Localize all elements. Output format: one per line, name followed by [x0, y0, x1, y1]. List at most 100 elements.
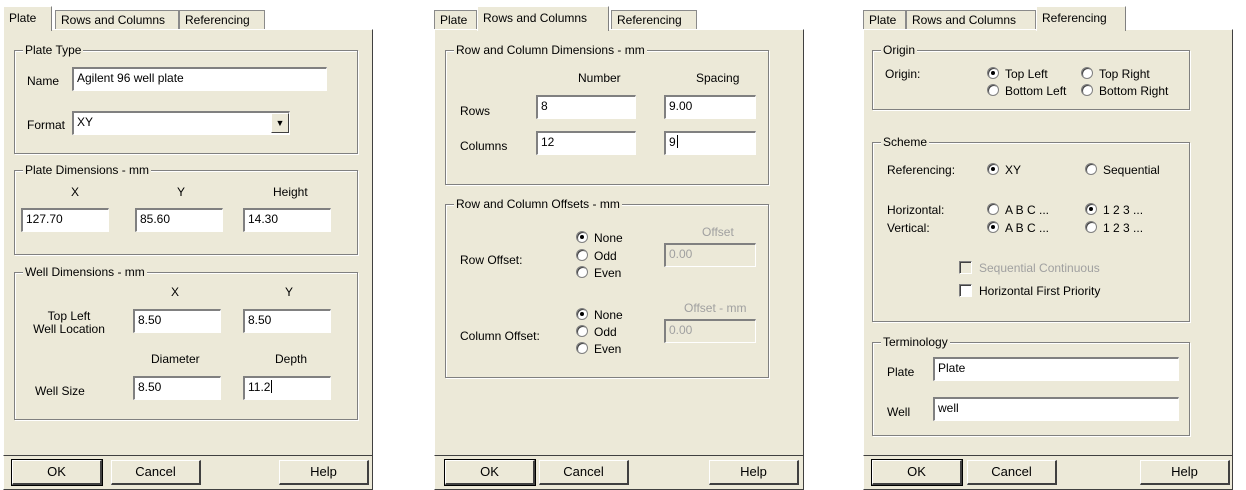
tab-plate[interactable]: Plate: [3, 6, 52, 31]
origin-bottom-right-label: Bottom Right: [1099, 84, 1169, 98]
plate-dialog-rows-columns-tab: Plate Rows and Columns Referencing Row a…: [434, 6, 804, 490]
vertical-123-radio[interactable]: [1085, 221, 1097, 233]
row-offset-label: Row Offset:: [460, 253, 523, 267]
y-column-label: Y: [176, 185, 185, 199]
cancel-button[interactable]: Cancel: [111, 460, 201, 485]
help-button[interactable]: Help: [279, 460, 369, 485]
row-offset-odd-radio[interactable]: [576, 249, 588, 261]
tab-plate[interactable]: Plate: [863, 10, 906, 30]
referencing-sequential-label: Sequential: [1103, 163, 1160, 177]
tab-panel: Plate Type Name Agilent 96 well plate Fo…: [3, 29, 373, 456]
ok-button[interactable]: OK: [444, 459, 536, 486]
row-offset-even-radio[interactable]: [576, 266, 588, 278]
origin-group: Origin Origin: Top Left Top Right Bottom…: [872, 43, 1190, 110]
rows-spacing-input[interactable]: 9.00: [664, 95, 756, 119]
chevron-down-icon[interactable]: ▼: [271, 113, 289, 133]
help-button[interactable]: Help: [709, 460, 799, 485]
format-selected-value: XY: [77, 115, 94, 129]
row-offset-none-radio[interactable]: [576, 231, 588, 243]
ok-button[interactable]: OK: [871, 459, 963, 486]
tab-rows-and-columns[interactable]: Rows and Columns: [906, 10, 1036, 30]
column-offset-none-label: None: [594, 308, 623, 322]
plate-dialog-referencing-tab: Plate Rows and Columns Referencing Origi…: [863, 6, 1233, 490]
tab-referencing[interactable]: Referencing: [611, 10, 697, 30]
format-label: Format: [27, 118, 66, 132]
referencing-sequential-radio[interactable]: [1085, 163, 1097, 175]
name-label: Name: [27, 74, 60, 88]
column-offset-odd-radio[interactable]: [576, 325, 588, 337]
help-button[interactable]: Help: [1140, 460, 1230, 485]
tab-referencing[interactable]: Referencing: [179, 10, 265, 30]
button-bar: OK Cancel Help: [3, 456, 373, 490]
row-offset-odd-label: Odd: [594, 249, 617, 263]
well-term-input[interactable]: well: [933, 397, 1179, 421]
tab-panel: Row and Column Dimensions - mm Number Sp…: [434, 29, 804, 456]
vertical-abc-radio[interactable]: [987, 221, 999, 233]
well-location-label: Well Location: [33, 322, 105, 336]
row-column-dimensions-legend: Row and Column Dimensions - mm: [454, 43, 647, 57]
row-offset-value-label: Offset: [702, 225, 734, 239]
origin-top-left-radio[interactable]: [987, 67, 999, 79]
columns-spacing-input[interactable]: 9: [664, 131, 756, 155]
well-y-input[interactable]: 8.50: [243, 309, 331, 333]
x-column-label: X: [70, 185, 79, 199]
plate-dimensions-legend: Plate Dimensions - mm: [23, 163, 152, 177]
plate-x-input[interactable]: 127.70: [21, 208, 109, 232]
tab-strip: Plate Rows and Columns Referencing: [434, 6, 804, 31]
horizontal-123-label: 1 2 3 ...: [1103, 203, 1144, 217]
row-column-offsets-legend: Row and Column Offsets - mm: [454, 197, 622, 211]
horizontal-abc-radio[interactable]: [987, 203, 999, 215]
plate-type-group: Plate Type Name Agilent 96 well plate Fo…: [14, 43, 358, 154]
origin-label: Origin:: [885, 67, 921, 81]
well-x-column-label: X: [170, 285, 179, 299]
plate-term-input[interactable]: Plate: [933, 357, 1179, 381]
origin-top-right-radio[interactable]: [1081, 67, 1093, 79]
plate-y-input[interactable]: 85.60: [135, 208, 223, 232]
column-offset-odd-label: Odd: [594, 325, 617, 339]
top-left-label: Top Left: [47, 309, 91, 323]
tab-plate[interactable]: Plate: [434, 10, 477, 30]
terminology-legend: Terminology: [881, 335, 950, 349]
scheme-legend: Scheme: [881, 135, 930, 149]
columns-number-input[interactable]: 12: [536, 131, 636, 155]
diameter-label: Diameter: [151, 352, 200, 366]
sequential-continuous-checkbox: [959, 261, 972, 274]
diameter-input[interactable]: 8.50: [133, 376, 221, 400]
format-select[interactable]: XY ▼: [72, 111, 290, 135]
row-column-offsets-group: Row and Column Offsets - mm Row Offset: …: [445, 197, 769, 378]
tab-rows-and-columns[interactable]: Rows and Columns: [55, 10, 179, 30]
well-y-column-label: Y: [284, 285, 293, 299]
referencing-label: Referencing:: [887, 163, 956, 177]
column-offset-even-radio[interactable]: [576, 342, 588, 354]
button-bar: OK Cancel Help: [863, 456, 1233, 490]
row-offset-none-label: None: [594, 231, 623, 245]
horizontal-label: Horizontal:: [887, 203, 945, 217]
plate-height-input[interactable]: 14.30: [243, 208, 331, 232]
terminology-group: Terminology Plate Plate Well well: [872, 335, 1190, 436]
rows-number-input[interactable]: 8: [536, 95, 636, 119]
plate-name-input[interactable]: Agilent 96 well plate: [72, 67, 327, 91]
tab-rows-and-columns[interactable]: Rows and Columns: [477, 6, 609, 31]
row-offset-even-label: Even: [594, 266, 622, 280]
cancel-button[interactable]: Cancel: [539, 460, 629, 485]
horizontal-123-radio[interactable]: [1085, 203, 1097, 215]
depth-label: Depth: [275, 352, 308, 366]
origin-bottom-left-radio[interactable]: [987, 84, 999, 96]
depth-input[interactable]: 11.2: [243, 376, 331, 400]
origin-bottom-right-radio[interactable]: [1081, 84, 1093, 96]
cancel-button[interactable]: Cancel: [967, 460, 1057, 485]
tab-strip: Plate Rows and Columns Referencing: [3, 6, 373, 31]
well-x-input[interactable]: 8.50: [133, 309, 221, 333]
plate-dimensions-group: Plate Dimensions - mm X Y Height 127.70 …: [14, 163, 358, 255]
rows-label: Rows: [460, 104, 491, 118]
text-cursor: [676, 135, 678, 148]
tab-strip: Plate Rows and Columns Referencing: [863, 6, 1233, 31]
ok-button[interactable]: OK: [11, 459, 103, 486]
column-offset-none-radio[interactable]: [576, 308, 588, 320]
depth-value: 11.2: [248, 380, 271, 394]
well-dimensions-group: Well Dimensions - mm X Y Top Left Well L…: [14, 265, 358, 420]
horizontal-first-priority-checkbox[interactable]: [959, 284, 972, 297]
text-cursor: [271, 380, 273, 393]
referencing-xy-radio[interactable]: [987, 163, 999, 175]
tab-referencing[interactable]: Referencing: [1036, 6, 1126, 31]
